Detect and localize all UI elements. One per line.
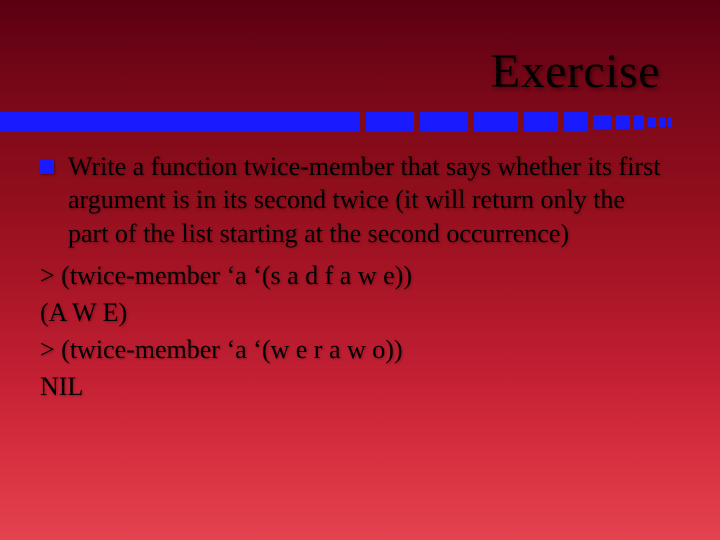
example-line: > (twice-member ‘a ‘(w e r a w o)) [40,332,670,367]
example-line: > (twice-member ‘a ‘(s a d f a w e)) [40,258,670,293]
square-bullet-icon [40,160,54,174]
ruler-segment [616,115,630,129]
bullet-text: Write a function twice-member that says … [68,150,670,250]
slide-body: Write a function twice-member that says … [40,150,670,406]
ruler-segment [668,117,672,127]
ruler-segment [564,112,588,132]
ruler-segment [593,115,611,129]
code-examples: > (twice-member ‘a ‘(s a d f a w e)) (A … [40,258,670,404]
ruler-segment [0,112,360,132]
decorative-ruler [0,112,720,132]
ruler-segment [366,112,414,132]
ruler-segment [634,115,644,129]
ruler-segment [474,112,518,132]
slide: Exercise Write a function twice-member t… [0,0,720,540]
bullet-item: Write a function twice-member that says … [40,150,670,250]
ruler-segment [524,112,558,132]
example-line: (A W E) [40,295,670,330]
ruler-segment [420,112,468,132]
ruler-segment [648,117,656,127]
slide-title: Exercise [491,44,660,99]
example-line: NIL [40,369,670,404]
